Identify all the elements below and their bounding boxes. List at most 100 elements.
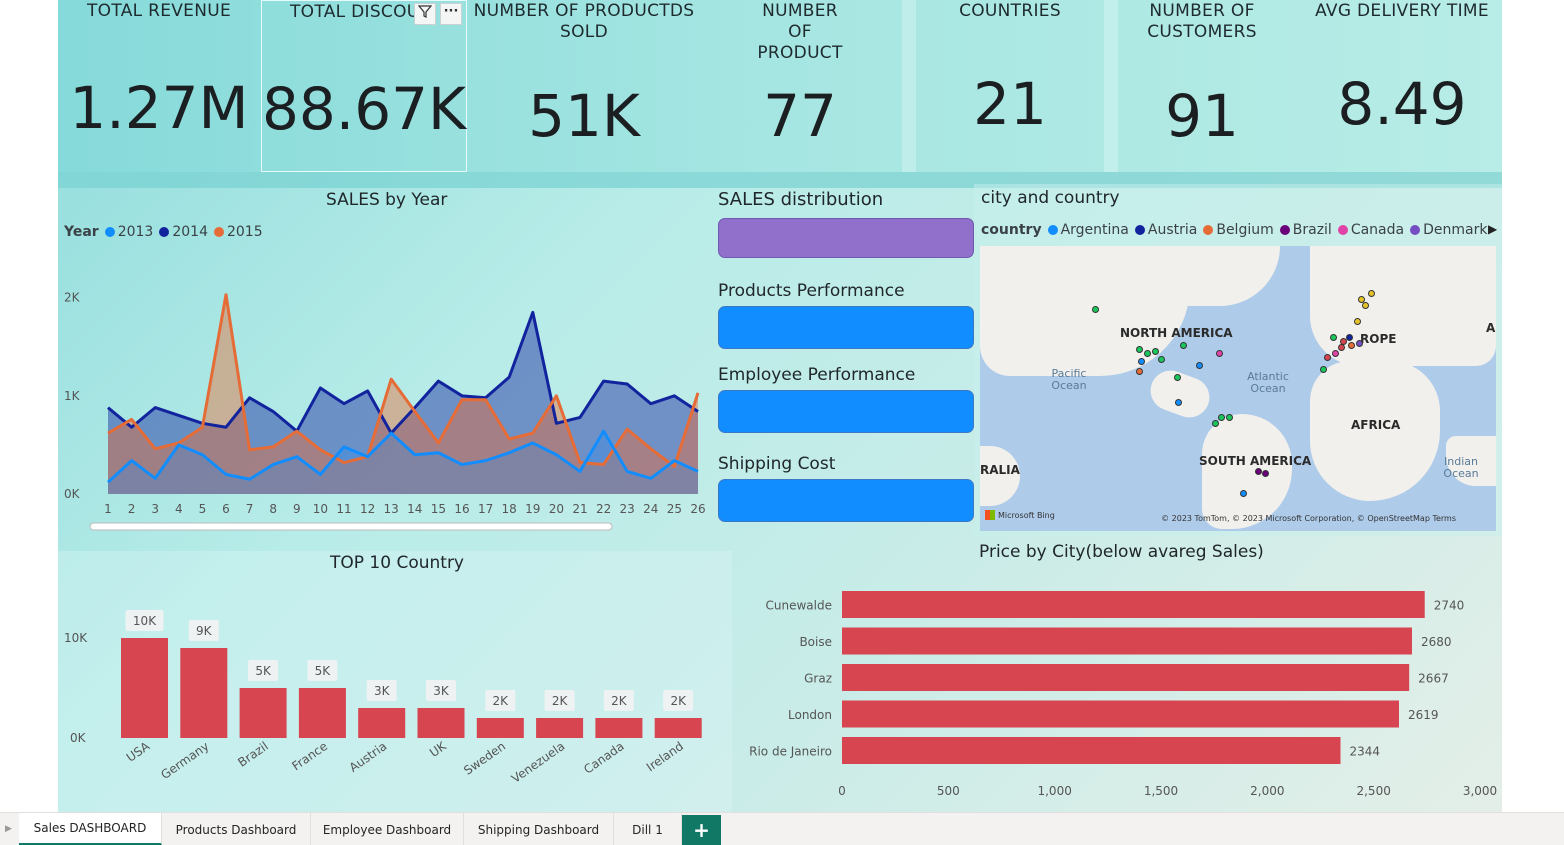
legend-title: country xyxy=(981,222,1042,238)
map-pin[interactable] xyxy=(1240,490,1247,497)
map-pin[interactable] xyxy=(1348,342,1355,349)
kpi-avg-delivery-time[interactable]: AVG DELIVERY TIME 8.49 xyxy=(1302,0,1502,172)
central-america-land xyxy=(1144,364,1216,424)
map-pin[interactable] xyxy=(1262,470,1269,477)
kpi-value: 91 xyxy=(1165,82,1239,150)
x-tick-label: 21 xyxy=(572,502,587,516)
kpi-products-sold[interactable]: NUMBER OF PRODUCTDS SOLD 51K xyxy=(468,0,700,172)
map-pin[interactable] xyxy=(1362,302,1369,309)
map-pin[interactable] xyxy=(1218,414,1225,421)
x-tick-label: 4 xyxy=(175,502,183,516)
report-canvas: TOTAL REVENUE 1.27M TOTAL DISCOU 88.67K … xyxy=(58,0,1502,812)
map-pin[interactable] xyxy=(1174,374,1181,381)
y-tick-label: Boise xyxy=(799,635,832,649)
tab-shipping-dashboard[interactable]: Shipping Dashboard xyxy=(464,813,614,845)
data-label: 5K xyxy=(315,664,332,678)
kpi-total-revenue[interactable]: TOTAL REVENUE 1.27M xyxy=(58,0,260,172)
map-pin[interactable] xyxy=(1255,468,1262,475)
map-pin[interactable] xyxy=(1368,290,1375,297)
map-pin[interactable] xyxy=(1346,334,1353,341)
map-pin[interactable] xyxy=(1136,346,1143,353)
kpi-number-of-product[interactable]: NUMBER OF PRODUCT 77 xyxy=(700,0,900,172)
y-tick-label: 0K xyxy=(70,731,87,745)
x-tick-label: 10 xyxy=(313,502,328,516)
map-pin[interactable] xyxy=(1144,350,1151,357)
products-performance-button[interactable] xyxy=(718,306,974,349)
x-tick-label: Canada xyxy=(581,739,626,777)
legend-item-belgium[interactable]: Belgium xyxy=(1203,222,1274,238)
kpi-value: 21 xyxy=(973,70,1047,138)
tab-sales-dashboard[interactable]: Sales DASHBOARD xyxy=(19,813,162,845)
bar-graz xyxy=(842,664,1410,691)
tab-employee-dashboard[interactable]: Employee Dashboard xyxy=(311,813,464,845)
price-by-city-chart: Cunewalde 2740 Boise 2680 Graz 2667 London 2619… xyxy=(749,591,1497,798)
map-brand-text: Microsoft Bing xyxy=(998,510,1055,520)
map-attribution[interactable]: © 2023 TomTom, © 2023 Microsoft Corporat… xyxy=(1161,514,1456,523)
map-pin[interactable] xyxy=(1356,340,1363,347)
map-label-australia: RALIA xyxy=(980,463,1020,477)
map-pin[interactable] xyxy=(1330,334,1337,341)
kpi-value: 1.27M xyxy=(69,74,249,142)
kpi-value: 77 xyxy=(763,82,837,150)
map-pin[interactable] xyxy=(1196,362,1203,369)
map-pin[interactable] xyxy=(1332,350,1339,357)
kpi-label: NUMBER OF PRODUCT xyxy=(757,1,843,63)
data-label: 2K xyxy=(670,694,687,708)
tab-products-dashboard[interactable]: Products Dashboard xyxy=(162,813,311,845)
legend-item-brazil[interactable]: Brazil xyxy=(1279,222,1332,238)
map-pin[interactable] xyxy=(1158,356,1165,363)
shipping-cost-label: Shipping Cost xyxy=(718,454,836,474)
map-pin[interactable] xyxy=(1338,344,1345,351)
map-pin[interactable] xyxy=(1320,366,1327,373)
kpi-number-of-customers[interactable]: NUMBER OF CUSTOMERS 91 xyxy=(1118,0,1286,172)
employee-performance-button[interactable] xyxy=(718,390,974,433)
kpi-value: 88.67K xyxy=(262,75,467,143)
data-label: 5K xyxy=(255,664,272,678)
legend-item-canada[interactable]: Canada xyxy=(1337,222,1404,238)
map-pin[interactable] xyxy=(1180,342,1187,349)
map-pin[interactable] xyxy=(1226,414,1233,421)
add-page-button[interactable]: + xyxy=(682,815,721,845)
map-pin[interactable] xyxy=(1324,354,1331,361)
legend-item-denmark[interactable]: Denmark xyxy=(1410,222,1487,238)
legend-item-austria[interactable]: Austria xyxy=(1134,222,1197,238)
map-legend: country Argentina Austria Belgium Brazil… xyxy=(981,222,1493,238)
map-pin[interactable] xyxy=(1354,318,1361,325)
map-canvas[interactable]: NORTH AMERICA ROPE AFRICA SOUTH AMERICA … xyxy=(980,246,1496,531)
tab-dill-1[interactable]: Dill 1 xyxy=(614,813,682,845)
bar-canada xyxy=(595,718,643,738)
price-by-city-visual[interactable]: Price by City(below avareg Sales) Cunewa… xyxy=(732,538,1502,812)
x-tick-label: UK xyxy=(427,738,450,760)
x-tick-label: 20 xyxy=(549,502,564,516)
scroll-left-icon[interactable]: ▶ xyxy=(5,824,12,834)
x-tick-label: USA xyxy=(124,739,153,765)
y-tick-label: 0K xyxy=(64,487,81,501)
employee-performance-label: Employee Performance xyxy=(718,365,916,385)
filter-icon[interactable] xyxy=(414,3,436,25)
shipping-cost-button[interactable] xyxy=(718,479,974,522)
map-pin[interactable] xyxy=(1092,306,1099,313)
bar-ireland xyxy=(654,718,702,738)
map-pin[interactable] xyxy=(1175,399,1182,406)
x-tick-label: 16 xyxy=(454,502,469,516)
map-pin[interactable] xyxy=(1212,420,1219,427)
map-pin[interactable] xyxy=(1152,348,1159,355)
more-options-icon[interactable]: ··· xyxy=(440,3,462,25)
kpi-countries[interactable]: COUNTRIES 21 xyxy=(916,0,1104,172)
data-label: 2740 xyxy=(1434,599,1465,613)
top10-country-visual[interactable]: TOP 10 Country 10K 0K 10K USA 9K Germany 5K Bra… xyxy=(58,551,732,812)
x-tick-label: 25 xyxy=(667,502,682,516)
chevron-right-icon[interactable]: ▶ xyxy=(1488,222,1497,236)
sales-by-year-chart: 0K1K2K1 2 3 4 5 6 7 8 9 10 11 12 13 14 15 16 17 18 19 20 21 2… xyxy=(64,291,706,531)
map-ocean-atlantic: Atlantic Ocean xyxy=(1247,370,1289,395)
map-pin[interactable] xyxy=(1216,350,1223,357)
top10-country-chart: 10K 0K 10K USA 9K Germany 5K Brazil 5K France 3K Au… xyxy=(64,610,702,786)
sales-by-year-visual[interactable]: SALES by Year Year 2013 2014 2015 0K 1K 2K… xyxy=(58,188,718,538)
sales-distribution-button[interactable] xyxy=(718,218,974,258)
kpi-total-discount[interactable]: TOTAL DISCOU 88.67K ··· xyxy=(261,0,467,172)
x-tick-label: 1,000 xyxy=(1037,784,1071,798)
data-label: 2K xyxy=(552,694,569,708)
legend-item-argentina[interactable]: Argentina xyxy=(1047,222,1129,238)
map-pin[interactable] xyxy=(1136,368,1143,375)
map-pin[interactable] xyxy=(1138,358,1145,365)
